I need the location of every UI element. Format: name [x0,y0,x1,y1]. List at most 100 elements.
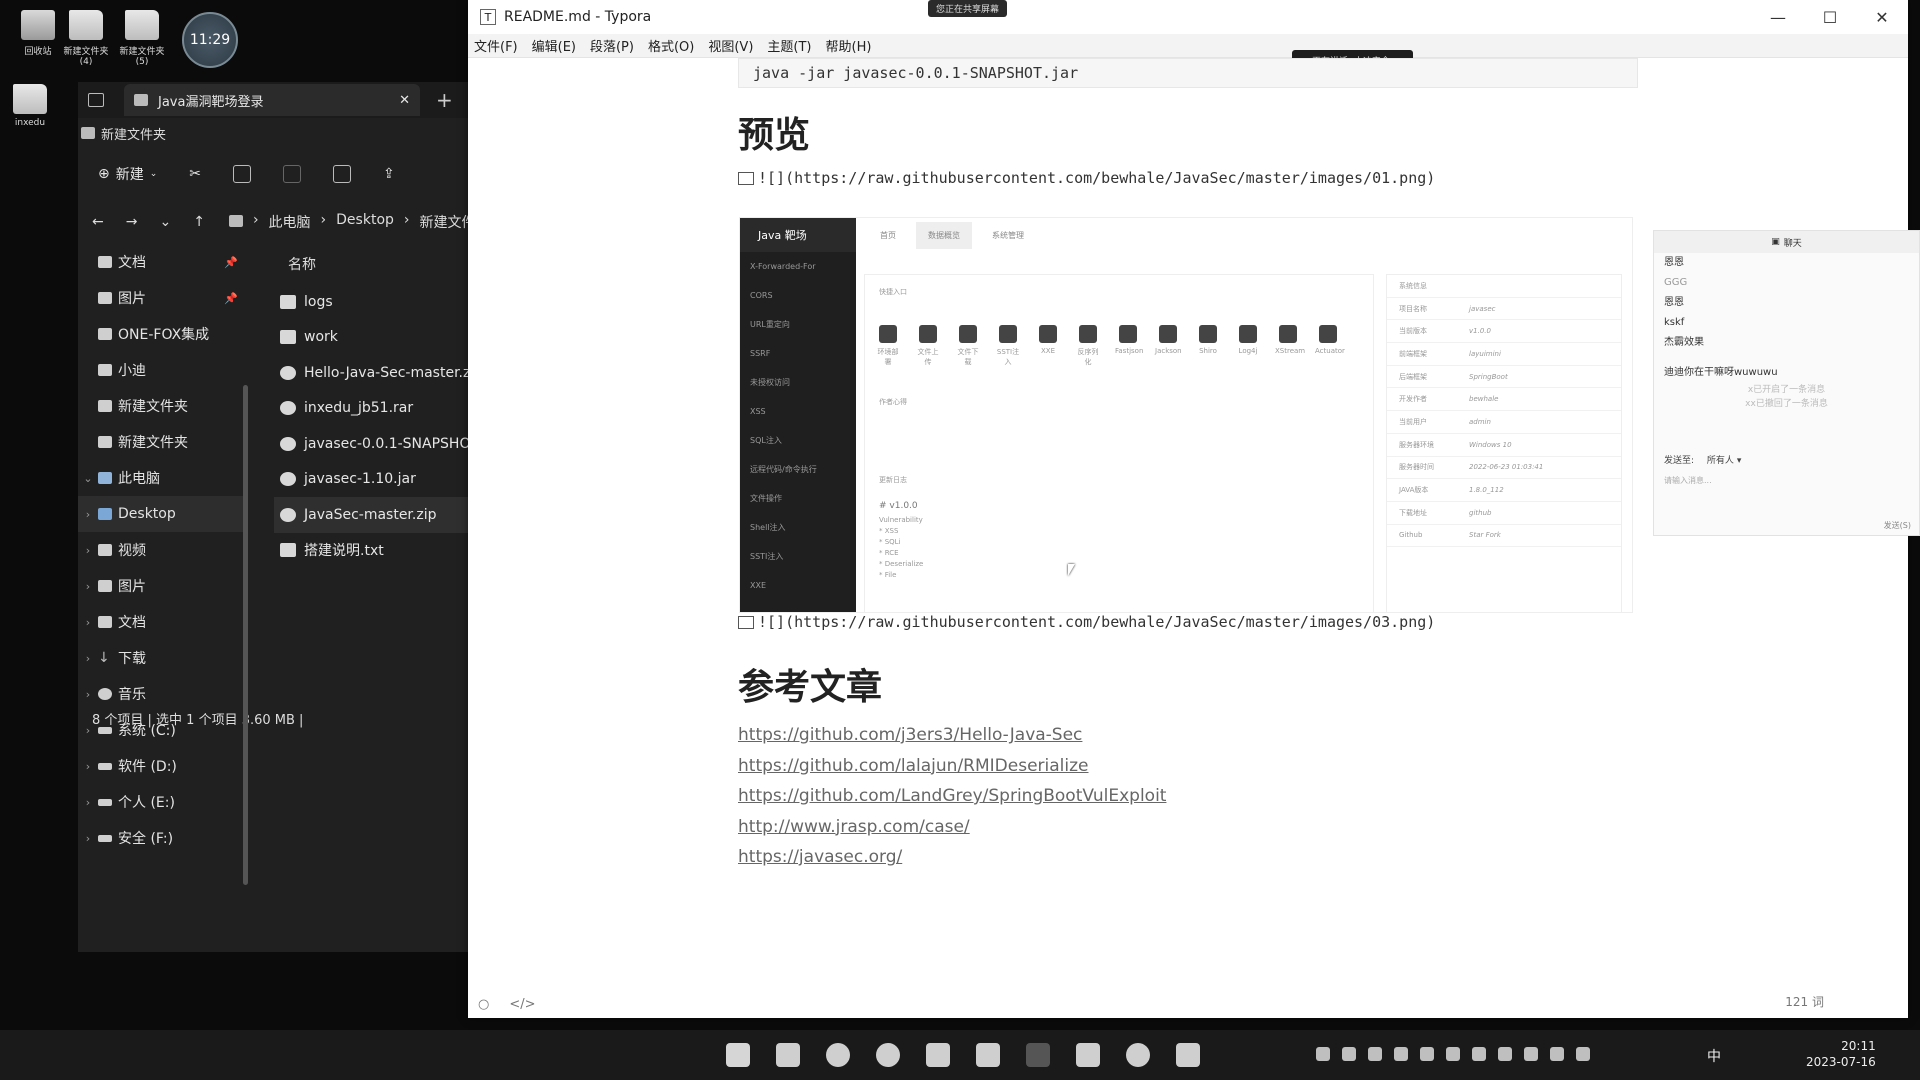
menu-theme[interactable]: 主题(T) [767,36,811,55]
cut-icon[interactable]: ✂ [189,166,201,182]
menu-edit[interactable]: 编辑(E) [532,36,576,55]
nav-item-pictures[interactable]: › 图片 [78,568,244,604]
back-icon[interactable]: ← [92,214,104,230]
chevron-right-icon[interactable]: › [78,760,98,773]
reference-link[interactable]: https://github.com/LandGrey/SpringBootVu… [738,781,1638,812]
code-block[interactable]: java -jar javasec-0.0.1-SNAPSHOT.jar [738,58,1638,88]
nav-item-new-folder[interactable]: 新建文件夹 [78,424,244,460]
tray-icon[interactable] [1316,1047,1330,1061]
file-item[interactable]: javasec-0.0.1-SNAPSHOT. [274,426,470,462]
breadcrumb-item[interactable]: Desktop [336,212,394,232]
file-item[interactable]: inxedu_jb51.rar [274,391,470,427]
new-tab-button[interactable]: + [436,88,453,112]
reference-link[interactable]: https://javasec.org/ [738,842,1638,873]
file-item[interactable]: javasec-1.10.jar [274,462,470,498]
reference-link[interactable]: http://www.jrasp.com/case/ [738,812,1638,843]
taskbar-terminal[interactable] [1020,1038,1056,1072]
nav-item-videos[interactable]: › 视频 [78,532,244,568]
taskbar-edge[interactable] [820,1038,856,1072]
minimize-icon[interactable]: — [1752,0,1804,34]
file-item[interactable]: work [274,320,470,356]
taskbar-pycharm[interactable] [1070,1038,1106,1072]
start-button[interactable] [720,1038,756,1072]
menu-view[interactable]: 视图(V) [708,36,753,55]
column-header-name[interactable]: 名称 [274,244,470,284]
desktop-folder-inxedu[interactable]: inxedu [0,84,62,128]
taskbar-explorer[interactable] [770,1038,806,1072]
recent-chevron-icon[interactable]: ⌄ [159,214,171,230]
copy-icon[interactable] [233,165,252,183]
scrollbar[interactable] [243,385,248,885]
taskbar-typora[interactable] [1170,1038,1206,1072]
heading-preview[interactable]: 预览 [738,106,1638,162]
tray-icon[interactable] [1498,1047,1512,1061]
tray-icon[interactable] [1420,1047,1434,1061]
breadcrumb-item[interactable]: 此电脑 [269,212,311,232]
file-item[interactable]: Hello-Java-Sec-master.zip [274,355,470,391]
taskbar-clock[interactable]: 20:11 2023-07-16 [1806,1038,1876,1070]
explorer-tab[interactable]: Java漏洞靶场登录 ✕ [124,84,420,116]
file-item[interactable]: logs [274,284,470,320]
nav-item-documents[interactable]: 文档 📌 [78,244,244,280]
nav-item-documents[interactable]: › 文档 [78,604,244,640]
maximize-icon[interactable]: ☐ [1804,0,1856,34]
forward-icon[interactable]: → [126,214,138,230]
desktop-folder-4[interactable]: 新建文件夹 (4) [54,10,118,67]
chevron-right-icon[interactable]: › [78,832,98,845]
preview-image[interactable]: Java 靶场 X-Forwarded-For CORS URL重定向 SSRF… [739,217,1633,613]
taskbar-photos[interactable] [970,1038,1006,1072]
ime-indicator[interactable]: 中 [1707,1046,1721,1066]
nav-item-drive-f[interactable]: › 安全 (F:) [78,820,244,856]
nav-item-desktop[interactable]: › Desktop [78,496,244,532]
tray-icon[interactable] [1394,1047,1408,1061]
menu-paragraph[interactable]: 段落(P) [590,36,634,55]
chevron-right-icon[interactable]: › [78,616,98,629]
tray-icon[interactable] [1576,1047,1590,1061]
taskbar-chrome[interactable] [870,1038,906,1072]
chat-input[interactable]: 请输入消息... [1664,475,1712,486]
new-button[interactable]: ⊕ 新建 ⌄ [98,164,157,184]
send-to-select[interactable]: 所有人 [1707,456,1734,466]
send-button[interactable]: 发送(S) [1884,520,1911,531]
source-code-mode-icon[interactable]: </> [509,997,535,1012]
share-icon[interactable]: ⇪ [383,166,395,182]
heading-references[interactable]: 参考文章 [738,658,1638,714]
nav-item-drive-d[interactable]: › 软件 (D:) [78,748,244,784]
word-count[interactable]: 121 词 [1785,993,1824,1010]
chevron-right-icon[interactable]: › [78,580,98,593]
chevron-down-icon[interactable]: ⌄ [78,472,98,485]
outline-toggle-icon[interactable]: ○ [478,997,489,1012]
tray-icon[interactable] [1472,1047,1486,1061]
chat-send-to[interactable]: 发送至: 所有人 ▾ [1664,453,1741,466]
tray-icon[interactable] [1368,1047,1382,1061]
desktop-folder-5[interactable]: 新建文件夹 (5) [110,10,174,67]
nav-item-downloads[interactable]: › ↓ 下载 [78,640,244,676]
file-item[interactable]: 搭建说明.txt [274,533,470,569]
close-icon[interactable]: ✕ [399,93,410,108]
nav-item-this-pc[interactable]: ⌄ 此电脑 [78,460,244,496]
tab-overview-icon[interactable] [88,93,104,107]
nav-item-drive-e[interactable]: › 个人 (E:) [78,784,244,820]
nav-item-music[interactable]: › 音乐 [78,676,244,712]
tray-icon[interactable] [1550,1047,1564,1061]
rename-icon[interactable] [333,165,352,183]
menu-help[interactable]: 帮助(H) [826,36,872,55]
tray-icon[interactable] [1524,1047,1538,1061]
chevron-right-icon[interactable]: › [78,652,98,665]
tray-icon[interactable] [1342,1047,1356,1061]
chevron-right-icon[interactable]: › [78,508,98,521]
taskbar-app[interactable] [1120,1038,1156,1072]
menu-format[interactable]: 格式(O) [648,36,694,55]
close-icon[interactable]: ✕ [1856,0,1908,34]
nav-item-new-folder[interactable]: 新建文件夹 [78,388,244,424]
chevron-right-icon[interactable]: › [78,688,98,701]
reference-link[interactable]: https://github.com/lalajun/RMIDeserializ… [738,751,1638,782]
file-item-selected[interactable]: JavaSec-master.zip [274,497,470,533]
taskbar-app[interactable] [920,1038,956,1072]
nav-item-xiaodi[interactable]: 小迪 [78,352,244,388]
chevron-right-icon[interactable]: › [78,544,98,557]
chevron-right-icon[interactable]: › [78,796,98,809]
tray-icon[interactable] [1446,1047,1460,1061]
paste-icon[interactable] [283,165,302,183]
nav-item-onefox[interactable]: ONE-FOX集成 [78,316,244,352]
